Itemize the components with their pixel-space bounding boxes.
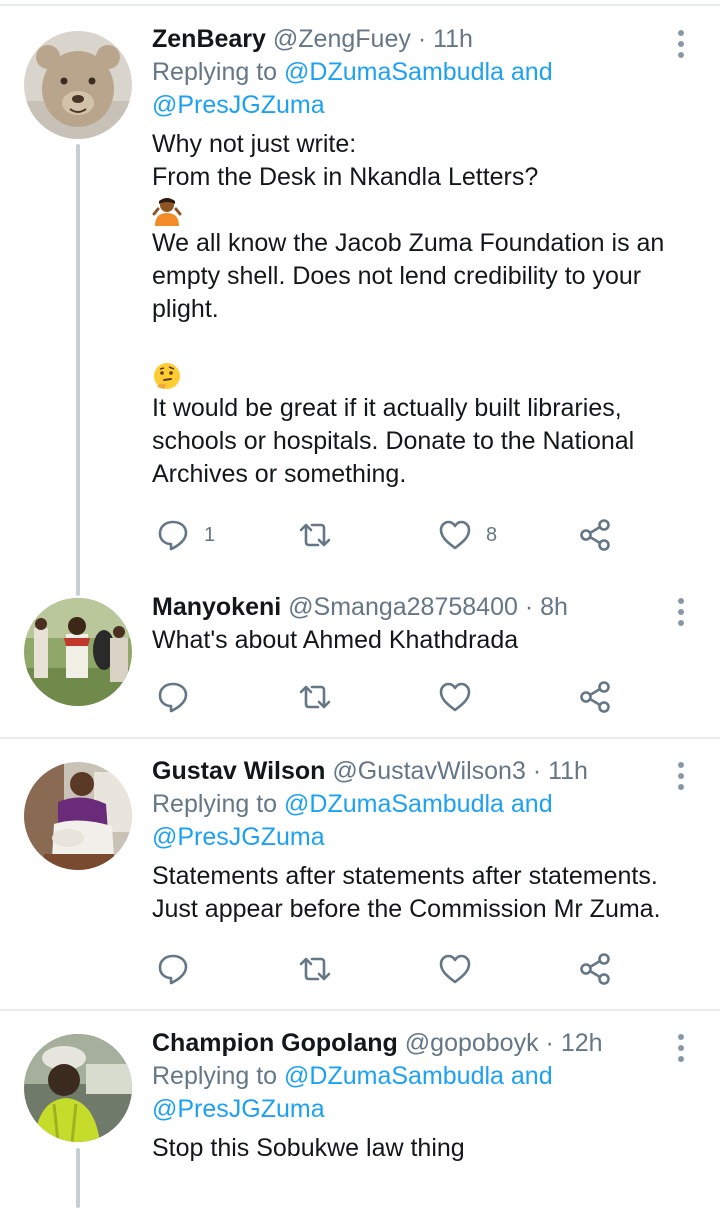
retweet-button[interactable] bbox=[298, 518, 332, 552]
thinking-face-emoji bbox=[152, 361, 182, 391]
thread-line bbox=[76, 1148, 80, 1208]
tweet-text: Statements after statements after statem… bbox=[152, 860, 682, 926]
tweet-text-paragraph: Statements after statements after statem… bbox=[152, 862, 661, 923]
reply-button[interactable] bbox=[156, 952, 190, 986]
share-button[interactable] bbox=[578, 518, 612, 552]
replying-to: Replying to @DZumaSambudla and @PresJGZu… bbox=[152, 788, 682, 854]
replying-to: Replying to @DZumaSambudla and @PresJGZu… bbox=[152, 1060, 682, 1126]
separator-dot: · bbox=[524, 593, 534, 621]
avatar[interactable] bbox=[24, 598, 132, 706]
display-name[interactable]: Manyokeni bbox=[152, 593, 281, 621]
tweet-divider bbox=[0, 1009, 720, 1011]
separator-dot: · bbox=[532, 757, 542, 785]
display-name[interactable]: Champion Gopolang bbox=[152, 1029, 398, 1057]
share-icon bbox=[578, 952, 612, 986]
heart-icon bbox=[438, 680, 472, 714]
more-options-icon[interactable] bbox=[678, 762, 686, 795]
avatar[interactable] bbox=[24, 762, 132, 870]
reply-count: 1 bbox=[204, 523, 216, 546]
heart-icon bbox=[438, 952, 472, 986]
tweet-header: Champion Gopolang @gopoboyk · 12h bbox=[152, 1026, 682, 1060]
more-options-icon[interactable] bbox=[678, 598, 686, 631]
retweet-icon bbox=[298, 680, 332, 714]
share-button[interactable] bbox=[578, 680, 612, 714]
tweet-text-line: Stop this Sobukwe law thing bbox=[152, 1134, 465, 1162]
tweet-actions: 1 8 bbox=[152, 518, 632, 558]
tweet-text-line: Why not just write: bbox=[152, 130, 357, 158]
user-handle[interactable]: @ZengFuey bbox=[273, 25, 411, 53]
reply-mention-link[interactable]: @PresJGZuma bbox=[152, 91, 325, 119]
replying-to-prefix: Replying to bbox=[152, 58, 278, 86]
like-button[interactable]: 8 bbox=[438, 518, 497, 552]
timestamp[interactable]: 8h bbox=[540, 593, 568, 621]
user-handle[interactable]: @gopoboyk bbox=[405, 1029, 539, 1057]
tweet-text-paragraph: It would be great if it actually built l… bbox=[152, 394, 635, 488]
tweet-text-line: From the Desk in Nkandla Letters? bbox=[152, 163, 539, 191]
top-divider bbox=[0, 4, 720, 6]
share-icon bbox=[578, 680, 612, 714]
reply-mention-link[interactable]: @PresJGZuma bbox=[152, 1095, 325, 1123]
replying-to: Replying to @DZumaSambudla and @PresJGZu… bbox=[152, 56, 682, 122]
user-handle[interactable]: @Smanga28758400 bbox=[288, 593, 518, 621]
share-icon bbox=[578, 518, 612, 552]
more-options-icon[interactable] bbox=[678, 1034, 686, 1067]
retweet-button[interactable] bbox=[298, 952, 332, 986]
tweet-header: Manyokeni @Smanga28758400 · 8h bbox=[152, 590, 682, 624]
separator-dot: · bbox=[545, 1029, 554, 1057]
avatar[interactable] bbox=[24, 31, 132, 139]
reply-button[interactable]: 1 bbox=[156, 518, 215, 552]
separator-dot: · bbox=[417, 25, 427, 53]
reply-mention-link[interactable]: @PresJGZuma bbox=[152, 823, 325, 851]
tweet-header: Gustav Wilson @GustavWilson3 · 11h bbox=[152, 754, 682, 788]
person-shrugging-emoji bbox=[152, 196, 182, 227]
display-name[interactable]: ZenBeary bbox=[152, 25, 266, 53]
reply-icon bbox=[156, 680, 190, 714]
like-button[interactable] bbox=[438, 952, 472, 986]
tweet-text: Stop this Sobukwe law thing bbox=[152, 1132, 682, 1165]
retweet-button[interactable] bbox=[298, 680, 332, 714]
tweet-text: What's about Ahmed Khathdrada bbox=[152, 624, 682, 657]
more-options-icon[interactable] bbox=[678, 30, 686, 63]
timestamp[interactable]: 11h bbox=[548, 757, 588, 785]
reply-mention-link[interactable]: @DZumaSambudla and bbox=[284, 58, 553, 86]
reply-mention-link[interactable]: @DZumaSambudla and bbox=[284, 1062, 553, 1090]
retweet-icon bbox=[298, 952, 332, 986]
reply-mention-link[interactable]: @DZumaSambudla and bbox=[284, 790, 553, 818]
tweet-text-line: What's about Ahmed Khathdrada bbox=[152, 626, 519, 654]
reply-icon bbox=[156, 518, 190, 552]
retweet-icon bbox=[298, 518, 332, 552]
heart-icon bbox=[438, 518, 472, 552]
timestamp[interactable]: 12h bbox=[561, 1029, 603, 1057]
tweet-actions bbox=[152, 680, 632, 720]
reply-button[interactable] bbox=[156, 680, 190, 714]
user-handle[interactable]: @GustavWilson3 bbox=[332, 757, 526, 785]
reply-icon bbox=[156, 952, 190, 986]
timestamp[interactable]: 11h bbox=[433, 25, 473, 53]
tweet-text-paragraph: We all know the Jacob Zuma Foundation is… bbox=[152, 229, 665, 323]
thread-line bbox=[76, 144, 80, 596]
tweet-text: Why not just write: From the Desk in Nka… bbox=[152, 128, 682, 491]
replying-to-prefix: Replying to bbox=[152, 1062, 278, 1090]
tweet-header: ZenBeary @ZengFuey · 11h bbox=[152, 22, 682, 56]
like-button[interactable] bbox=[438, 680, 472, 714]
share-button[interactable] bbox=[578, 952, 612, 986]
avatar[interactable] bbox=[24, 1034, 132, 1142]
replying-to-prefix: Replying to bbox=[152, 790, 278, 818]
like-count: 8 bbox=[486, 523, 498, 546]
display-name[interactable]: Gustav Wilson bbox=[152, 757, 325, 785]
tweet-divider bbox=[0, 737, 720, 739]
tweet-actions bbox=[152, 952, 632, 992]
